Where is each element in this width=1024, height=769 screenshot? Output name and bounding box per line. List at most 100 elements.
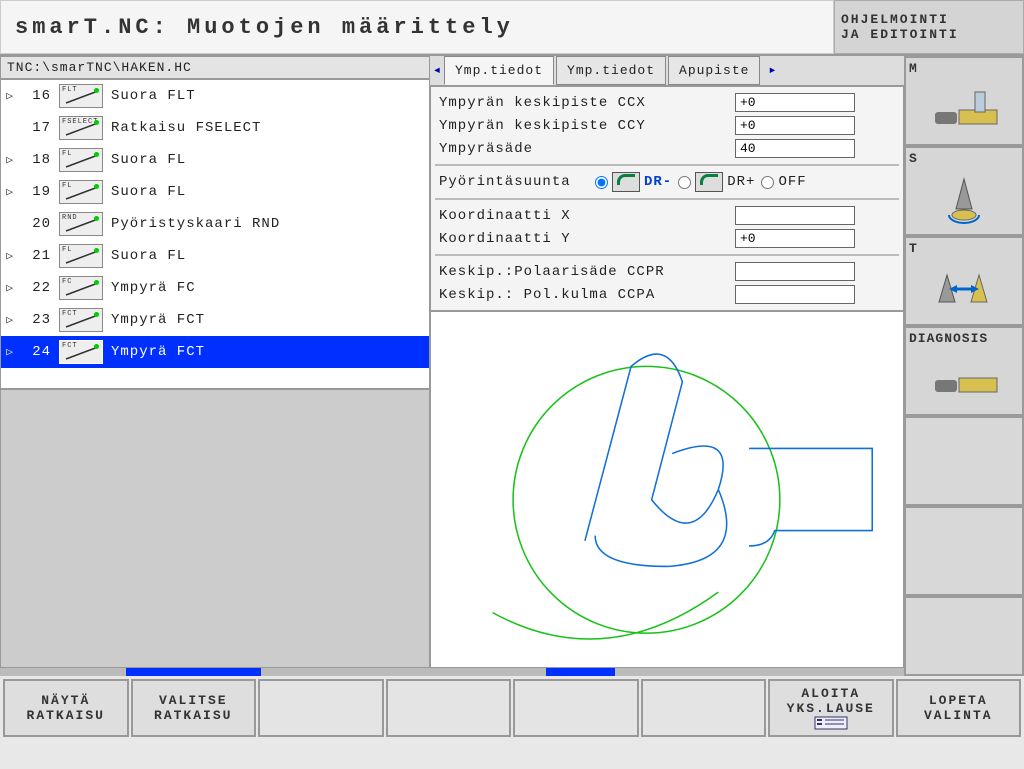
softkey-blank-6[interactable]	[641, 679, 767, 737]
rotate-cw-icon	[695, 172, 723, 192]
row-number: 22	[23, 280, 51, 296]
softkey-start-single[interactable]: ALOITA YKS.LAUSE	[768, 679, 894, 737]
element-type-icon: FL	[59, 148, 103, 172]
side-btn-s[interactable]: S	[904, 146, 1024, 236]
softkey-show-solution[interactable]: NÄYTÄ RATKAISU	[3, 679, 129, 737]
side-btn-blank-2[interactable]	[904, 506, 1024, 596]
expand-icon: ▷	[5, 153, 15, 167]
ccy-input[interactable]	[735, 116, 855, 135]
softkey-end-selection[interactable]: LOPETA VALINTA	[896, 679, 1022, 737]
side-btn-m[interactable]: M	[904, 56, 1024, 146]
rotation-label: Pyörintäsuunta	[439, 174, 589, 190]
coord-x-label: Koordinaatti X	[439, 208, 729, 224]
mode-indicator: OHJELMOINTI JA EDITOINTI	[834, 0, 1024, 54]
ccx-label: Ympyrän keskipiste CCX	[439, 95, 729, 111]
row-number: 18	[23, 152, 51, 168]
tab-scroll-right-icon[interactable]: ▸	[762, 56, 782, 85]
tree-row[interactable]: ▷16FLTSuora FLT	[1, 80, 429, 112]
element-type-icon: FC	[59, 276, 103, 300]
file-path: TNC:\smarTNC\HAKEN.HC	[0, 56, 430, 79]
softkey-1-line1: NÄYTÄ	[41, 693, 90, 708]
row-number: 21	[23, 248, 51, 264]
row-number: 17	[23, 120, 51, 136]
dr-minus-radio[interactable]	[595, 176, 608, 189]
tab-scroll-left-icon[interactable]: ◂	[430, 56, 444, 85]
row-number: 19	[23, 184, 51, 200]
row-label: Suora FL	[111, 184, 425, 200]
dr-off-radio[interactable]	[761, 176, 774, 189]
side-button-column: M S T DIAGNOSIS	[904, 56, 1024, 676]
ccx-input[interactable]	[735, 93, 855, 112]
element-type-icon: FL	[59, 180, 103, 204]
softkey-7-line2: YKS.LAUSE	[787, 701, 875, 716]
element-type-icon: RND	[59, 212, 103, 236]
dr-plus-radio[interactable]	[678, 176, 691, 189]
tree-row[interactable]: ▷21FLSuora FL	[1, 240, 429, 272]
rotation-row: Pyörintäsuunta DR- DR+ OFF	[435, 170, 899, 194]
softkey-7-line1: ALOITA	[801, 686, 860, 701]
tree-row[interactable]: 20RNDPyöristyskaari RND	[1, 208, 429, 240]
softkey-2-line1: VALITSE	[159, 693, 228, 708]
softkey-select-solution[interactable]: VALITSE RATKAISU	[131, 679, 257, 737]
tool-icon	[909, 258, 1019, 321]
softkey-8-line1: LOPETA	[929, 693, 988, 708]
expand-icon: ▷	[5, 185, 15, 199]
side-btn-blank-1[interactable]	[904, 416, 1024, 506]
ccpa-input[interactable]	[735, 285, 855, 304]
row-label: Suora FL	[111, 248, 425, 264]
softkey-2-line2: RATKAISU	[154, 708, 232, 723]
side-btn-blank-3[interactable]	[904, 596, 1024, 676]
contour-preview	[430, 311, 904, 668]
spindle-icon	[909, 168, 1019, 231]
softkey-bar: NÄYTÄ RATKAISU VALITSE RATKAISU ALOITA Y…	[0, 676, 1024, 740]
title-bar: smarT.NC: Muotojen määrittely OHJELMOINT…	[0, 0, 1024, 56]
program-tree[interactable]: ▷16FLTSuora FLT17FSELECTRatkaisu FSELECT…	[0, 79, 430, 389]
row-label: Ympyrä FCT	[111, 344, 425, 360]
tab-circle-info-1[interactable]: Ymp.tiedot	[444, 56, 554, 85]
tab-circle-info-2[interactable]: Ymp.tiedot	[556, 56, 666, 85]
ccpr-input[interactable]	[735, 262, 855, 281]
dr-plus-option[interactable]: DR+	[678, 172, 755, 192]
coord-y-input[interactable]	[735, 229, 855, 248]
parameter-form: Ympyrän keskipiste CCX Ympyrän keskipist…	[430, 86, 904, 311]
diagnosis-icon	[909, 348, 1019, 411]
softkey-blank-3[interactable]	[258, 679, 384, 737]
row-number: 23	[23, 312, 51, 328]
dr-minus-option[interactable]: DR-	[595, 172, 672, 192]
side-m-label: M	[909, 61, 1019, 76]
tree-empty-area	[0, 389, 430, 668]
dr-minus-label: DR-	[644, 174, 672, 190]
center-column: ◂ Ymp.tiedot Ymp.tiedot Apupiste ▸ Ympyr…	[430, 56, 904, 676]
row-number: 16	[23, 88, 51, 104]
machine-m-icon	[909, 78, 1019, 141]
dr-plus-label: DR+	[727, 174, 755, 190]
dr-off-option[interactable]: OFF	[761, 174, 806, 190]
side-diag-label: DIAGNOSIS	[909, 331, 1019, 346]
row-label: Suora FLT	[111, 88, 425, 104]
tree-row[interactable]: ▷24FCTYmpyrä FCT	[1, 336, 429, 368]
tree-row[interactable]: ▷22FCYmpyrä FC	[1, 272, 429, 304]
side-btn-t[interactable]: T	[904, 236, 1024, 326]
mode-line-2: JA EDITOINTI	[841, 27, 1017, 42]
softkey-blank-5[interactable]	[513, 679, 639, 737]
row-label: Suora FL	[111, 152, 425, 168]
tab-aux-point[interactable]: Apupiste	[668, 56, 760, 85]
tree-row[interactable]: ▷23FCTYmpyrä FCT	[1, 304, 429, 336]
row-label: Ratkaisu FSELECT	[111, 120, 425, 136]
side-btn-diagnosis[interactable]: DIAGNOSIS	[904, 326, 1024, 416]
coord-x-input[interactable]	[735, 206, 855, 225]
tree-row[interactable]: 17FSELECTRatkaisu FSELECT	[1, 112, 429, 144]
coord-y-label: Koordinaatti Y	[439, 231, 729, 247]
expand-icon: ▷	[5, 89, 15, 103]
expand-icon: ▷	[5, 345, 15, 359]
softkey-blank-4[interactable]	[386, 679, 512, 737]
expand-icon: ▷	[5, 281, 15, 295]
softkey-1-line2: RATKAISU	[27, 708, 105, 723]
horizontal-scroll-indicator	[0, 668, 430, 676]
single-block-icon	[814, 716, 848, 730]
radius-input[interactable]	[735, 139, 855, 158]
preview-scroll-indicator	[430, 668, 904, 676]
element-type-icon: FCT	[59, 308, 103, 332]
tree-row[interactable]: ▷ 18 FL Suora FL	[1, 144, 429, 176]
tree-row[interactable]: ▷ 19 FL Suora FL	[1, 176, 429, 208]
